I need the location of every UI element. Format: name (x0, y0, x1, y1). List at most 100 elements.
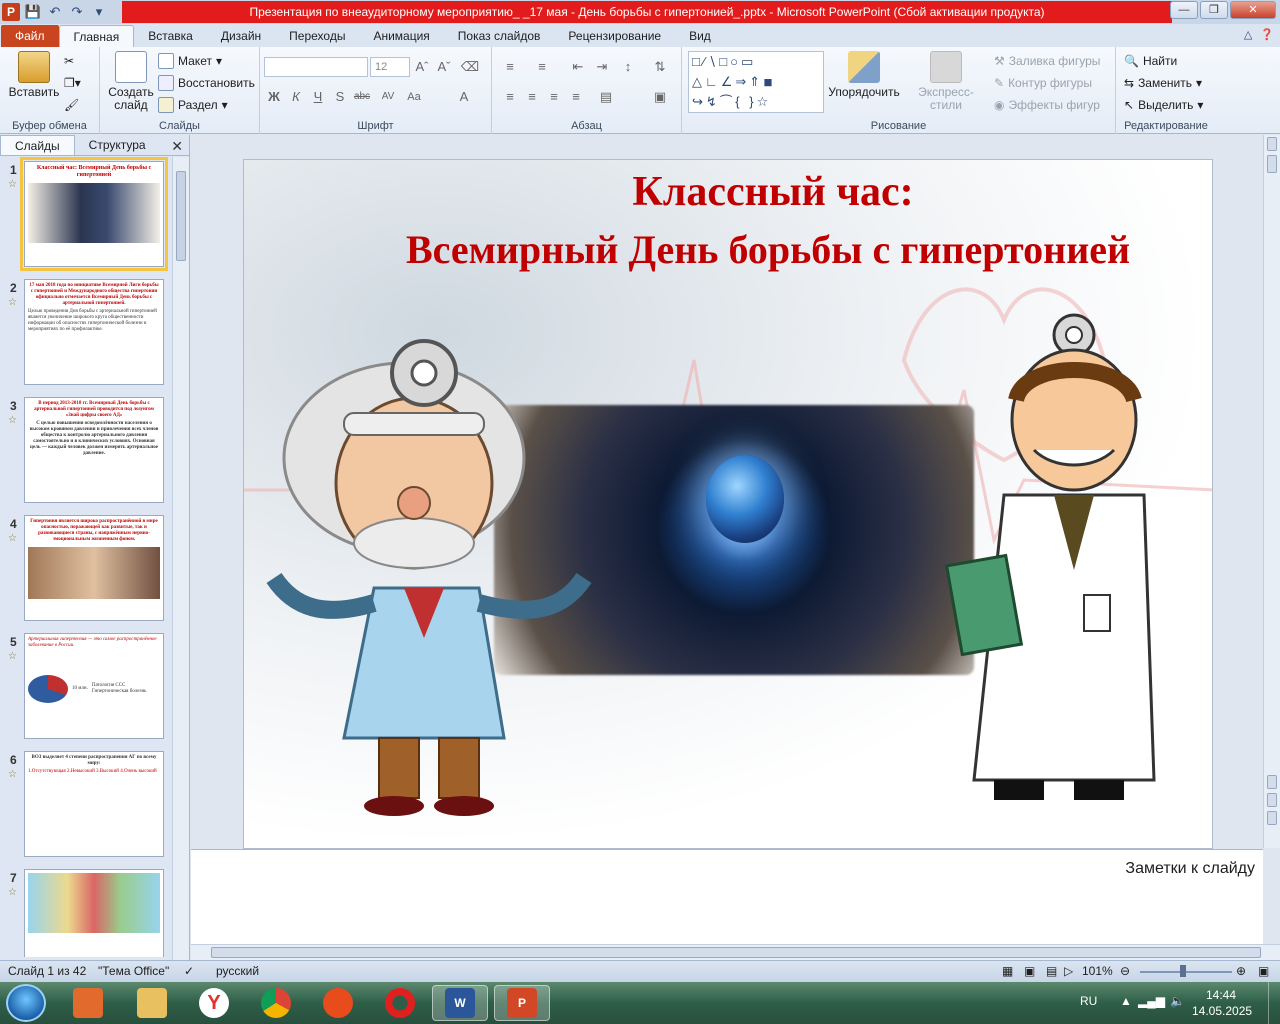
select-button[interactable]: ↖ Выделить ▾ (1124, 95, 1203, 115)
zoom-in-icon[interactable]: ⊕ (1236, 964, 1246, 978)
numbering-icon[interactable]: ≡ (532, 57, 552, 77)
notes-pane[interactable]: Заметки к слайду (191, 849, 1263, 944)
zoom-slider-thumb[interactable] (1180, 965, 1186, 977)
redo-icon[interactable]: ↷ (68, 3, 86, 21)
shape-outline-button[interactable]: ✎ Контур фигуры (994, 73, 1092, 93)
zoom-out-icon[interactable]: ⊖ (1120, 964, 1130, 978)
minimize-button[interactable]: — (1170, 1, 1198, 19)
slide-thumb-6[interactable]: 6 ☆ ВОЗ выделяет 4 степени распространен… (0, 747, 172, 857)
reading-view-icon[interactable]: ▤ (1046, 964, 1057, 978)
notes-placeholder[interactable]: Заметки к слайду (1125, 860, 1255, 878)
clock-time[interactable]: 14:44 (1206, 988, 1236, 1002)
slide-thumb-7[interactable]: 7 ☆ (0, 865, 172, 957)
collapse-ribbon-icon[interactable]: △ (1244, 28, 1252, 41)
quick-styles-button[interactable]: Экспресс-стили (904, 51, 988, 112)
slide-thumb-5[interactable]: 5 ☆ Артериальная гипертензия — это самое… (0, 629, 172, 739)
align-left-icon[interactable]: ≡ (500, 87, 520, 107)
slide-sorter-icon[interactable]: ▣ (1024, 964, 1035, 978)
tray-arrow-icon[interactable]: ▲ (1120, 994, 1132, 1008)
align-center-icon[interactable]: ≡ (522, 87, 542, 107)
slide-thumb-4[interactable]: 4 ☆ Гипертония является широко распростр… (0, 511, 172, 621)
tab-file[interactable]: Файл (1, 25, 59, 47)
zoom-slider[interactable] (1140, 971, 1232, 973)
format-painter-button[interactable]: 🖌 (64, 95, 79, 115)
zoom-level[interactable]: 101% (1082, 964, 1113, 978)
prev-slide-icon[interactable] (1267, 793, 1277, 807)
increase-indent-icon[interactable]: ⇥ (592, 57, 612, 77)
columns-icon[interactable]: ▤ (596, 87, 616, 107)
spacing-icon[interactable]: AV (378, 87, 398, 107)
yandex-browser-icon[interactable]: Y (186, 985, 242, 1021)
cut-button[interactable]: ✂ (64, 51, 74, 71)
close-button[interactable]: ✕ (1230, 1, 1276, 19)
shape-effects-button[interactable]: ◉ Эффекты фигур (994, 95, 1100, 115)
underline-icon[interactable]: Ч (308, 87, 328, 107)
reset-button[interactable]: Восстановить (158, 73, 255, 93)
arrange-button[interactable]: Упорядочить (828, 51, 900, 99)
current-slide[interactable]: Классный час: Всемирный День борьбы с ги… (243, 159, 1213, 849)
powerpoint-logo-icon[interactable]: P (2, 3, 20, 21)
copy-button[interactable]: ❐▾ (64, 73, 81, 93)
fit-slide-icon[interactable]: ▣ (1258, 964, 1269, 978)
text-direction-icon[interactable]: ⇅ (650, 57, 670, 77)
shadow-icon[interactable]: S (330, 87, 350, 107)
clear-format-icon[interactable]: ⌫ (460, 57, 480, 77)
new-slide-button[interactable]: Создать слайд (106, 51, 156, 112)
align-right-icon[interactable]: ≡ (544, 87, 564, 107)
grow-font-icon[interactable]: Aˆ (412, 57, 432, 77)
close-panel-icon[interactable]: ✕ (171, 138, 183, 155)
save-icon[interactable]: 💾 (24, 3, 42, 21)
spellcheck-icon[interactable]: ✓ (184, 964, 194, 978)
bold-icon[interactable]: Ж (264, 87, 284, 107)
show-desktop-button[interactable] (1268, 982, 1280, 1024)
media-player-icon[interactable] (60, 985, 116, 1021)
slide-title-line1[interactable]: Классный час: (334, 168, 1212, 216)
tab-view[interactable]: Вид (675, 25, 725, 47)
opera-icon[interactable] (372, 985, 428, 1021)
clock-date[interactable]: 14.05.2025 (1192, 1004, 1252, 1018)
slide-thumb-3[interactable]: 3 ☆ В период 2013-2018 гг. Всемирный Ден… (0, 393, 172, 503)
shrink-font-icon[interactable]: Aˇ (434, 57, 454, 77)
change-case-icon[interactable]: Aa (404, 87, 424, 107)
powerpoint-taskbar-icon[interactable]: P (494, 985, 550, 1021)
smartart-icon[interactable]: ▣ (650, 87, 670, 107)
layout-button[interactable]: Макет ▾ (158, 51, 222, 71)
start-button[interactable] (6, 984, 46, 1022)
section-button[interactable]: Раздел ▾ (158, 95, 228, 115)
tab-slides[interactable]: Слайды (0, 135, 75, 155)
file-explorer-icon[interactable] (124, 985, 180, 1021)
word-icon[interactable]: W (432, 985, 488, 1021)
slide-title-line2[interactable]: Всемирный День борьбы с гипертонией (324, 226, 1212, 273)
scroll-thumb[interactable] (211, 947, 1261, 958)
tab-insert[interactable]: Вставка (134, 25, 207, 47)
font-name-combo[interactable] (264, 57, 368, 77)
maximize-button[interactable]: ❐ (1200, 1, 1228, 19)
tab-transitions[interactable]: Переходы (275, 25, 359, 47)
thumbs-scrollbar[interactable] (172, 157, 189, 960)
theme-name[interactable]: "Тема Office" (98, 964, 169, 978)
language-label[interactable]: русский (216, 964, 259, 978)
help-icon[interactable]: ❓ (1260, 28, 1274, 41)
tab-animation[interactable]: Анимация (359, 25, 443, 47)
network-icon[interactable]: ▂▄▆ (1138, 994, 1165, 1008)
slide-thumb-2[interactable]: 2 ☆ 17 мая 2018 года по инициативе Всеми… (0, 275, 172, 385)
chrome-icon[interactable] (248, 985, 304, 1021)
slideshow-icon[interactable]: ▷ (1064, 964, 1073, 978)
slide-thumb-1[interactable]: 1 ☆ Классный час: Всемирный День борьбы … (0, 157, 172, 271)
tab-home[interactable]: Главная (58, 25, 135, 47)
tab-slideshow[interactable]: Показ слайдов (444, 25, 555, 47)
strikethrough-icon[interactable]: abc (352, 87, 372, 107)
tab-outline[interactable]: Структура (75, 135, 160, 155)
decrease-indent-icon[interactable]: ⇤ (568, 57, 588, 77)
italic-icon[interactable]: К (286, 87, 306, 107)
tab-design[interactable]: Дизайн (207, 25, 275, 47)
customize-qat-icon[interactable]: ▾ (90, 3, 108, 21)
normal-view-icon[interactable]: ▦ (1002, 964, 1013, 978)
scroll-thumb[interactable] (176, 171, 186, 261)
scroll-up-icon[interactable] (1267, 137, 1277, 151)
find-button[interactable]: 🔍 Найти (1124, 51, 1177, 71)
horizontal-scrollbar[interactable] (191, 944, 1280, 960)
replace-button[interactable]: ⇆ Заменить ▾ (1124, 73, 1202, 93)
input-language[interactable]: RU (1080, 994, 1097, 1008)
scroll-thumb[interactable] (1267, 155, 1277, 173)
